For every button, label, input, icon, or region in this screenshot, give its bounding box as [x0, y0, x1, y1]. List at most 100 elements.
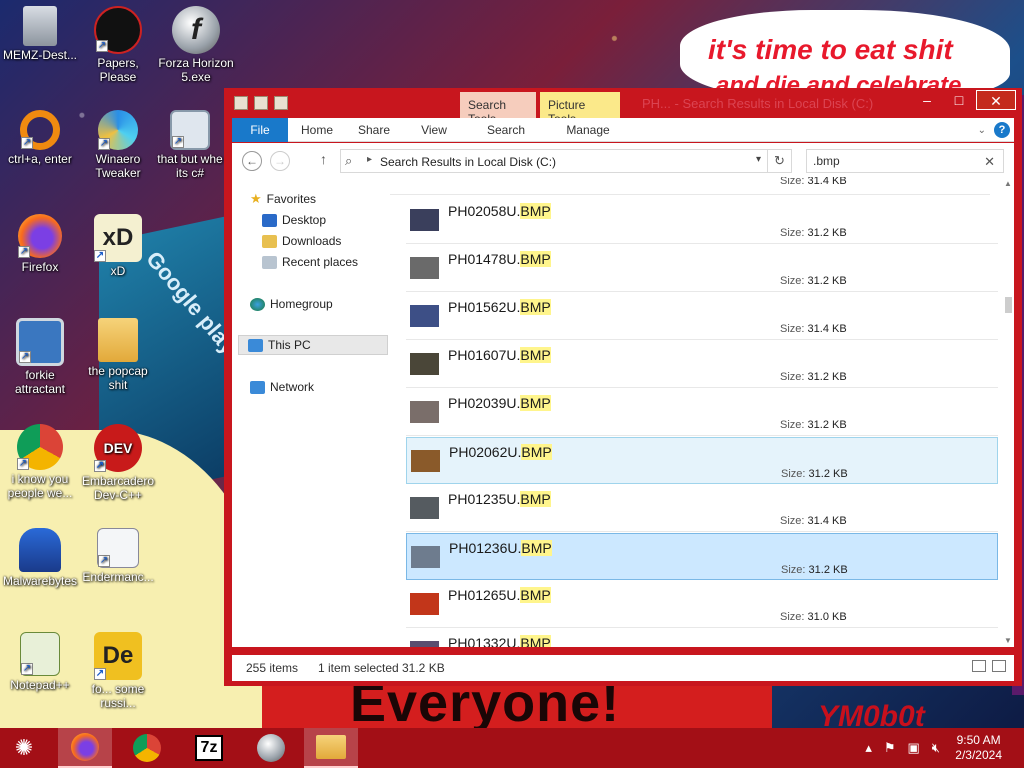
file-list[interactable]: Size: 31.4 KB PH02058U.BMP Size: 31.2 KB P… — [390, 177, 1000, 647]
file-size: Size: 31.2 KB — [780, 419, 847, 431]
file-size: Size: 31.4 KB — [780, 323, 847, 335]
back-button[interactable]: ← — [242, 151, 262, 171]
nav-item-recent[interactable]: Recent places — [262, 252, 358, 272]
clear-search-icon[interactable]: ✕ — [984, 154, 995, 170]
file-row[interactable]: PH01265U.BMP Size: 31.0 KB — [406, 581, 998, 628]
file-row[interactable]: PH01235U.BMP Size: 31.4 KB — [406, 485, 998, 532]
search-input[interactable] — [807, 150, 977, 172]
desktop-icon-malwarebytes[interactable]: Malwarebytes — [0, 528, 80, 588]
image-thumbnail-icon — [410, 209, 439, 231]
clock[interactable]: 9:50 AM 2/3/2024 — [955, 733, 1002, 763]
taskbar-file-explorer[interactable] — [304, 728, 358, 768]
desktop-icon-chrome[interactable]: ↗ i know you people we... — [0, 424, 80, 500]
nav-item-desktop[interactable]: Desktop — [262, 210, 326, 230]
nav-item-favorites[interactable]: ★ Favorites — [250, 189, 316, 209]
expand-ribbon-icon[interactable]: ⌄ — [978, 125, 986, 136]
flag-icon[interactable]: ⚑ — [884, 740, 896, 756]
address-row: ← → ↑ ⌕ ▸ Search Results in Local Disk (… — [232, 143, 1014, 177]
taskbar-flash[interactable] — [244, 728, 298, 768]
desktop-icon-notepadpp[interactable]: ↗ Notepad++ — [0, 632, 80, 692]
scroll-up-icon[interactable]: ▲ — [1004, 179, 1012, 188]
file-row[interactable]: PH01236U.BMP Size: 31.2 KB — [406, 533, 998, 580]
file-name-stem: PH01332U. — [448, 635, 521, 647]
maximize-button[interactable]: □ — [944, 90, 974, 110]
taskbar-firefox[interactable] — [58, 728, 112, 768]
monitor-gear-icon: ↗ — [16, 318, 64, 366]
chevron-down-icon[interactable]: ▾ — [756, 154, 761, 165]
tab-file[interactable]: File — [232, 118, 288, 142]
windows-stack-icon: ↗ — [170, 110, 210, 150]
image-thumbnail-icon — [410, 497, 439, 519]
new-folder-icon[interactable] — [254, 96, 268, 110]
refresh-button[interactable]: ↻ — [768, 149, 792, 173]
tab-view[interactable]: View — [412, 118, 456, 142]
file-name-stem: PH02058U. — [448, 203, 521, 219]
network-tray-icon[interactable]: ▣ — [908, 740, 920, 756]
file-row[interactable]: PH01607U.BMP Size: 31.2 KB — [406, 341, 998, 388]
file-row[interactable]: PH01562U.BMP Size: 31.4 KB — [406, 293, 998, 340]
file-name: PH02039U.BMP — [448, 395, 551, 411]
minimize-button[interactable]: – — [912, 90, 942, 110]
desktop-icon-devcpp[interactable]: DEV ↗ Embarcadero Dev-C++ — [78, 424, 158, 502]
large-icons-view-icon[interactable] — [992, 660, 1006, 672]
file-size: Size: 31.0 KB — [780, 611, 847, 623]
desktop-icon-popcap[interactable]: the popcap shit — [78, 318, 158, 392]
up-button[interactable]: ↑ — [320, 151, 327, 167]
file-row[interactable]: PH02039U.BMP Size: 31.2 KB — [406, 389, 998, 436]
chevron-up-icon[interactable]: ▴ — [865, 740, 872, 756]
scroll-down-icon[interactable]: ▼ — [1004, 636, 1012, 645]
tab-share[interactable]: Share — [350, 118, 398, 142]
size-value: 31.2 KB — [808, 468, 848, 480]
tab-manage[interactable]: Manage — [548, 118, 628, 142]
desktop-icon-firefox[interactable]: ↗ Firefox — [0, 214, 80, 274]
nav-item-downloads[interactable]: Downloads — [262, 231, 341, 251]
file-extension-highlight: BMP — [520, 299, 551, 315]
file-name: PH01478U.BMP — [448, 251, 551, 267]
file-row[interactable]: PH01478U.BMP Size: 31.2 KB — [406, 245, 998, 292]
desktop-icon-ctrl-a[interactable]: ↗ ctrl+a, enter — [0, 110, 80, 166]
scroll-thumb[interactable] — [1005, 297, 1012, 313]
desktop-icon-memz[interactable]: MEMZ-Dest... — [0, 6, 80, 62]
title-bar[interactable]: Search Tools Picture Tools PH... - Searc… — [224, 88, 1022, 126]
close-button[interactable]: ✕ — [976, 90, 1016, 110]
tab-home[interactable]: Home — [292, 118, 342, 142]
file-row-partial[interactable]: Size: 31.4 KB — [390, 177, 990, 195]
properties-icon[interactable] — [234, 96, 248, 110]
nav-item-thispc[interactable]: This PC — [238, 335, 388, 355]
desktop-icon-russian[interactable]: De ↗ fo... some russi... — [78, 632, 158, 710]
file-row[interactable]: PH01332U.BMP — [406, 629, 998, 647]
nav-item-homegroup[interactable]: Homegroup — [250, 294, 333, 314]
details-view-icon[interactable] — [972, 660, 986, 672]
chevron-right-icon: ▸ — [367, 154, 373, 165]
shortcut-arrow-icon: ↗ — [172, 136, 184, 148]
search-box[interactable]: ✕ — [806, 149, 1004, 173]
explorer-window[interactable]: Search Tools Picture Tools PH... - Searc… — [224, 88, 1022, 686]
nav-item-network[interactable]: Network — [250, 377, 314, 397]
tab-search[interactable]: Search — [468, 118, 544, 142]
help-icon[interactable]: ? — [994, 122, 1010, 138]
size-value: 31.4 KB — [807, 515, 847, 527]
desktop-icon-label: Embarcadero Dev-C++ — [81, 474, 155, 502]
firefox-icon: ↗ — [18, 214, 62, 258]
forward-button[interactable]: → — [270, 151, 290, 171]
taskbar-7zip[interactable]: 7z — [182, 728, 236, 768]
xd-icon: xD ↗ — [94, 214, 142, 262]
address-bar[interactable]: ⌕ ▸ Search Results in Local Disk (C:) ▾ — [340, 149, 768, 173]
file-row[interactable]: PH02062U.BMP Size: 31.2 KB — [406, 437, 998, 484]
volume-muted-icon[interactable]: 🔇︎ — [932, 740, 940, 756]
file-row[interactable]: PH02058U.BMP Size: 31.2 KB — [406, 197, 998, 244]
desktop-icon-papers-please[interactable]: ↗ Papers, Please — [78, 6, 158, 84]
start-button[interactable]: ✺ — [8, 734, 40, 762]
desktop-icon-csharp[interactable]: ↗ that but whe its c# — [150, 110, 230, 180]
size-label: Size: — [780, 275, 805, 287]
desktop-icon-winaero[interactable]: ↗ Winaero Tweaker — [78, 110, 158, 180]
desktop-icon-enderman[interactable]: ↗ Endermanc... — [78, 528, 158, 584]
desktop-icon-label: forkie attractant — [14, 368, 66, 396]
vertical-scrollbar[interactable]: ▲ ▼ — [1002, 177, 1014, 647]
desktop-icon-forza[interactable]: f Forza Horizon 5.exe — [156, 6, 236, 84]
desktop-icon-forkie[interactable]: ↗ forkie attractant — [0, 318, 80, 396]
size-value: 31.2 KB — [807, 371, 847, 383]
taskbar-chrome[interactable] — [120, 728, 174, 768]
desktop-icon-xd[interactable]: xD ↗ xD — [78, 214, 158, 278]
customize-toolbar-icon[interactable] — [274, 96, 288, 110]
